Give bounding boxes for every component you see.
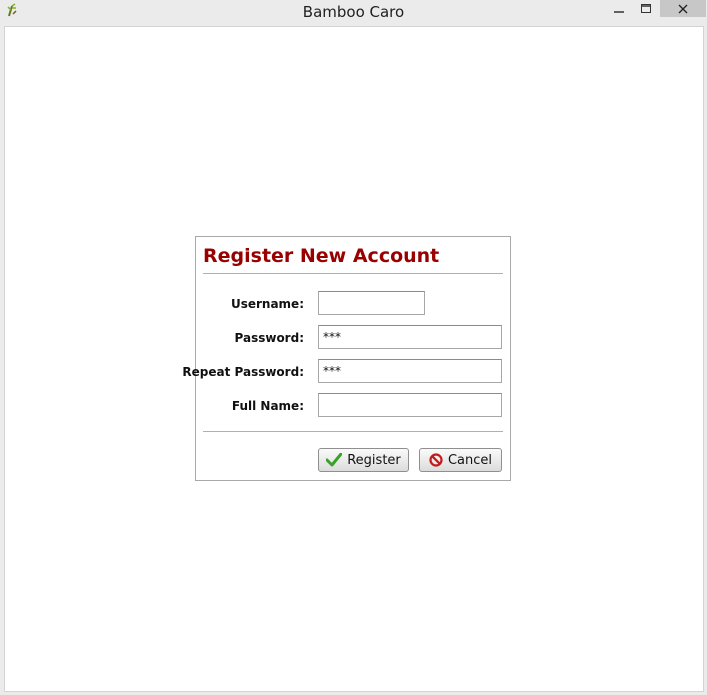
app-window: Bamboo Caro Register New Account Usernam… xyxy=(0,0,707,695)
full-name-input[interactable] xyxy=(318,393,502,417)
cancel-button-label: Cancel xyxy=(447,452,493,468)
password-label: Password: xyxy=(234,331,305,345)
button-divider xyxy=(203,431,503,432)
close-icon xyxy=(678,4,688,13)
username-label: Username: xyxy=(230,297,304,311)
title-bar[interactable]: Bamboo Caro xyxy=(0,0,707,24)
repeat-password-input[interactable] xyxy=(318,359,502,383)
full-name-label: Full Name: xyxy=(231,399,304,413)
maximize-button[interactable] xyxy=(633,0,659,17)
no-entry-icon xyxy=(429,453,443,467)
close-button[interactable] xyxy=(660,0,706,17)
checkmark-icon xyxy=(326,453,343,467)
cancel-button[interactable]: Cancel xyxy=(419,448,502,472)
repeat-password-label: Repeat Password: xyxy=(182,365,304,379)
minimize-icon xyxy=(614,10,624,13)
register-button-label: Register xyxy=(347,452,401,468)
password-input[interactable] xyxy=(318,325,502,349)
username-input[interactable] xyxy=(318,291,425,315)
minimize-button[interactable] xyxy=(605,0,633,17)
maximize-icon xyxy=(641,3,651,13)
register-button[interactable]: Register xyxy=(318,448,409,472)
register-panel: Register New Account Username: Password:… xyxy=(182,236,511,481)
title-divider xyxy=(203,273,503,274)
window-title: Bamboo Caro xyxy=(302,3,405,21)
panel-title: Register New Account xyxy=(203,245,440,267)
